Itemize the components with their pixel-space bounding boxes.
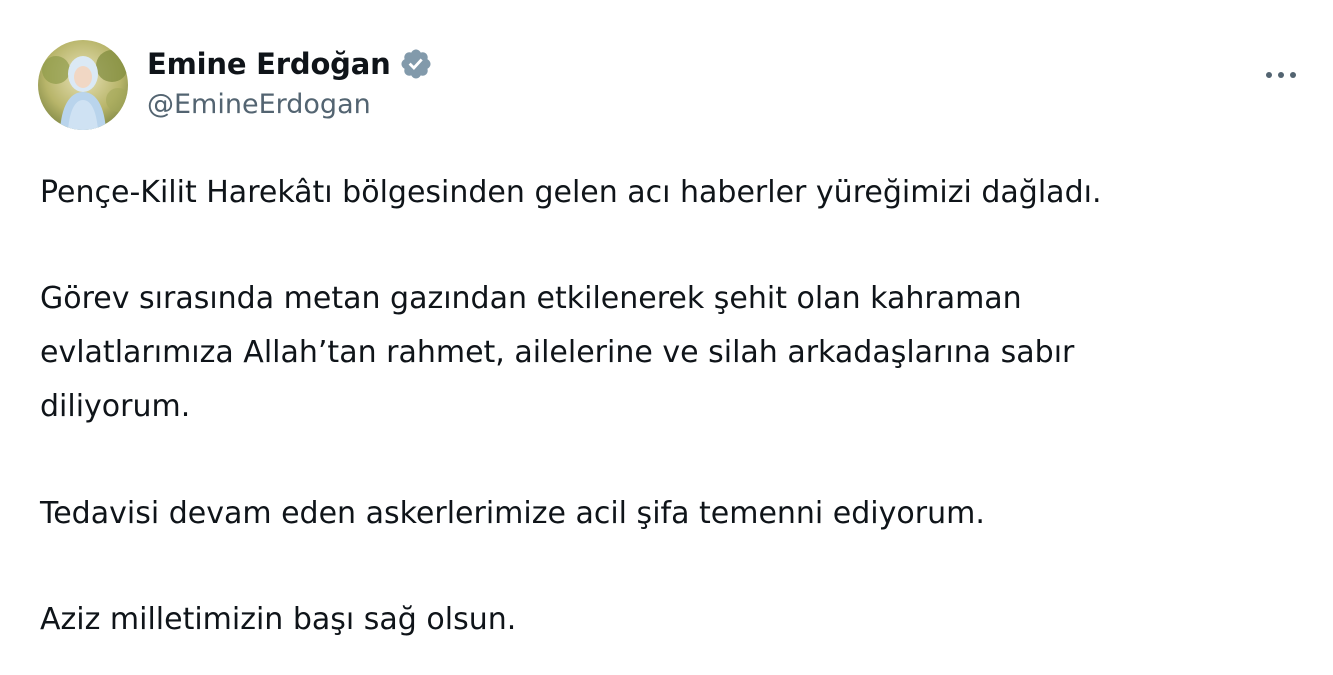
tweet-paragraph-2-line-2: evlatlarımıza Allah’tan rahmet, aileleri… — [40, 335, 1075, 370]
tweet-paragraph-4: Aziz milletimizin başı sağ olsun. — [40, 602, 517, 637]
author-display-name[interactable]: Emine Erdoğan — [147, 47, 391, 81]
tweet-paragraph-3: Tedavisi devam eden askerlerimize acil ş… — [40, 496, 985, 531]
author-name-row: Emine Erdoğan — [147, 40, 433, 88]
tweet-paragraph-2-line-1: Görev sırasında metan gazından etkilener… — [40, 281, 1022, 316]
author-handle[interactable]: @EmineErdogan — [147, 89, 371, 120]
verified-badge-icon[interactable] — [399, 47, 433, 81]
tweet-paragraph-1: Pençe-Kilit Harekâtı bölgesinden gelen a… — [40, 175, 1102, 210]
tweet-card: Emine Erdoğan @EmineErdogan Pençe-Kilit … — [0, 0, 1333, 675]
more-options-button[interactable] — [1256, 58, 1306, 92]
more-horizontal-icon — [1266, 72, 1296, 78]
tweet-paragraph-2-line-3: diliyorum. — [40, 389, 191, 424]
avatar[interactable] — [38, 40, 128, 130]
